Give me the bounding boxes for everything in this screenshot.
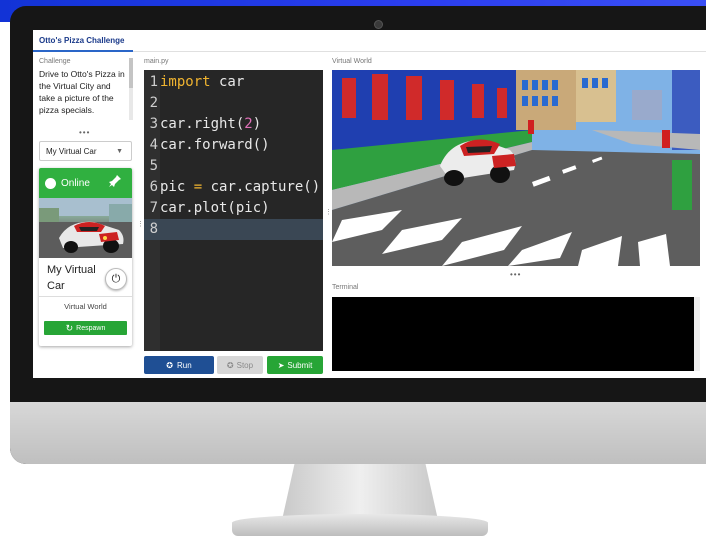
car-card: Online My Virtual Car ⏻ Virtual World ↻ … xyxy=(39,168,132,346)
challenge-description: Drive to Otto's Pizza in the Virtual Cit… xyxy=(39,69,125,115)
terminal-resize-handle[interactable]: ••• xyxy=(510,270,521,279)
plug-icon xyxy=(108,174,122,191)
panel-resize-handle[interactable]: ••• xyxy=(79,128,90,137)
submit-button[interactable]: ➤ Submit xyxy=(267,356,323,374)
middle-resize-handle[interactable]: ⋮ xyxy=(325,208,332,216)
monitor-chin xyxy=(10,402,706,464)
terminal-label: Terminal xyxy=(332,284,359,291)
virtual-world-viewport[interactable] xyxy=(332,70,700,266)
code-line: 6 pic = car.capture() xyxy=(149,179,321,195)
tab-bar: Otto's Pizza Challenge xyxy=(33,30,706,52)
left-panel: Challenge Drive to Otto's Pizza in the V… xyxy=(33,54,138,378)
webcam-icon xyxy=(374,20,383,29)
car-select[interactable]: My Virtual Car ▼ xyxy=(39,141,132,161)
card-world-label: Virtual World xyxy=(64,302,107,311)
tab-challenge[interactable]: Otto's Pizza Challenge xyxy=(33,30,133,52)
send-icon: ➤ xyxy=(277,360,285,370)
card-divider xyxy=(39,296,132,297)
code-line: 2 xyxy=(149,95,158,111)
run-button[interactable]: ✪ Run xyxy=(144,356,214,374)
play-icon: ✪ xyxy=(166,360,173,370)
left-resize-handle[interactable]: ⋮ xyxy=(137,220,144,228)
code-line: 7 car.plot(pic) xyxy=(149,200,270,216)
stage: Otto's Pizza Challenge Challenge Drive t… xyxy=(0,0,706,536)
terminal-output[interactable] xyxy=(332,297,694,371)
code-editor[interactable]: 1 import car 2 3 car.right(2) 4 car.forward… xyxy=(144,70,323,351)
stop-button[interactable]: ✪ Stop xyxy=(217,356,263,374)
monitor-stand-base xyxy=(232,514,488,536)
car-thumbnail xyxy=(39,198,132,258)
code-line: 1 import car xyxy=(149,74,245,90)
submit-label: Submit xyxy=(287,360,313,370)
code-line: 5 xyxy=(149,158,158,174)
refresh-icon: ↻ xyxy=(65,322,74,333)
stop-icon: ✪ xyxy=(226,360,234,370)
status-dot-icon xyxy=(45,177,56,189)
terminal-scrollbar[interactable] xyxy=(694,297,700,371)
respawn-label: Respawn xyxy=(76,324,106,332)
monitor-stand xyxy=(282,464,438,520)
respawn-button[interactable]: ↻ Respawn xyxy=(44,321,127,335)
code-line: 3 car.right(2) xyxy=(149,116,262,132)
status-bar: Online xyxy=(39,168,132,198)
chevron-down-icon: ▼ xyxy=(116,148,123,155)
power-button[interactable]: ⏻ xyxy=(105,268,127,290)
run-label: Run xyxy=(177,360,192,370)
code-line: 4 car.forward() xyxy=(149,137,270,153)
car-name: My Virtual Car xyxy=(47,264,96,292)
challenge-label: Challenge xyxy=(39,58,71,65)
power-icon: ⏻ xyxy=(111,272,121,285)
car-select-value: My Virtual Car xyxy=(46,146,97,156)
code-line-active: 8 xyxy=(144,219,323,240)
challenge-scrollbar[interactable] xyxy=(129,58,133,120)
stop-label: Stop xyxy=(236,360,254,370)
editor-filename: main.py xyxy=(144,58,169,65)
virtual-world-label: Virtual World xyxy=(332,58,372,65)
status-text: Online xyxy=(61,177,90,189)
app-screen: Otto's Pizza Challenge Challenge Drive t… xyxy=(33,30,706,378)
